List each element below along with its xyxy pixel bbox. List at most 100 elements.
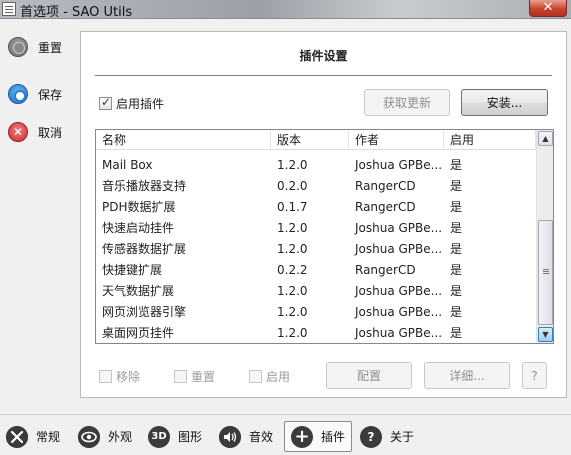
plus-icon: + xyxy=(291,425,313,448)
cell-name: 传感器数据扩展 xyxy=(102,242,187,256)
help-button[interactable]: ? xyxy=(522,362,547,389)
tab-sound[interactable]: 音效 xyxy=(219,421,273,452)
cell-author: Joshua GPBe... xyxy=(355,284,443,298)
tab-sound-label: 音效 xyxy=(249,430,274,444)
cell-author: Joshua GPBe... xyxy=(355,242,443,256)
cell-version: 1.2.0 xyxy=(277,221,308,235)
cell-name: 快捷键扩展 xyxy=(102,263,163,277)
3d-icon: 3D xyxy=(148,425,170,448)
panel-divider xyxy=(95,75,552,76)
cell-name: 音乐播放器支持 xyxy=(102,179,187,193)
title-bar: 首选项 - SAO Utils ✕ xyxy=(0,0,571,20)
tab-graphics-label: 图形 xyxy=(178,430,203,444)
cell-author: RangerCD xyxy=(355,263,416,277)
cell-name: 网页浏览器引擎 xyxy=(102,305,187,319)
cell-name: 天气数据扩展 xyxy=(102,284,175,298)
bottom-tab-bar: 常规 外观 3D 图形 音效 + 插件 ? 关于 xyxy=(0,414,571,455)
cell-author: Joshua GPBe... xyxy=(355,305,443,319)
eye-icon xyxy=(78,425,100,448)
fetch-updates-button[interactable]: 获取更新 xyxy=(364,89,450,116)
save-icon xyxy=(8,84,28,104)
cell-enabled: 是 xyxy=(450,284,463,298)
table-row[interactable]: 快速启动挂件 1.2.0 Joshua GPBe... 是 xyxy=(96,218,536,239)
table-row[interactable]: 天气数据扩展 1.2.0 Joshua GPBe... 是 xyxy=(96,281,536,302)
panel-title: 插件设置 xyxy=(299,49,348,63)
cell-name: PDH数据扩展 xyxy=(102,200,176,214)
tab-appearance-label: 外观 xyxy=(108,430,133,444)
save-label: 保存 xyxy=(38,87,63,102)
table-row[interactable]: 桌面网页挂件 1.2.0 Joshua GPBe... 是 xyxy=(96,323,536,343)
table-row[interactable]: 传感器数据扩展 1.2.0 Joshua GPBe... 是 xyxy=(96,239,536,260)
details-button[interactable]: 详细... xyxy=(424,362,510,389)
table-row[interactable]: Mail Box 1.2.0 Joshua GPBe... 是 xyxy=(96,155,536,176)
cell-author: RangerCD xyxy=(355,179,416,193)
column-header-enabled[interactable]: 启用 xyxy=(444,130,536,150)
cell-name: 快速启动挂件 xyxy=(102,221,175,235)
cell-version: 0.2.0 xyxy=(277,179,308,193)
enable-checkbox[interactable]: 启用 xyxy=(249,368,290,385)
cell-enabled: 是 xyxy=(450,263,463,277)
cell-enabled: 是 xyxy=(450,200,463,214)
cell-enabled: 是 xyxy=(450,305,463,319)
table-row[interactable]: 网页浏览器引擎 1.2.0 Joshua GPBe... 是 xyxy=(96,302,536,323)
question-icon: ? xyxy=(360,425,382,448)
tab-plugins-label: 插件 xyxy=(321,430,346,444)
column-header-name[interactable]: 名称 xyxy=(96,130,271,150)
tab-general[interactable]: 常规 xyxy=(6,421,60,452)
window-title: 首选项 - SAO Utils xyxy=(20,5,133,20)
cell-name: 桌面网页挂件 xyxy=(102,326,175,340)
table-row[interactable]: 快捷键扩展 0.2.2 RangerCD 是 xyxy=(96,260,536,281)
tab-about[interactable]: ? 关于 xyxy=(360,421,414,452)
checkbox-box xyxy=(174,370,187,383)
cell-enabled: 是 xyxy=(450,221,463,235)
scroll-up-button[interactable]: ▲ xyxy=(538,131,553,146)
cell-version: 0.2.2 xyxy=(277,263,308,277)
checkbox-box xyxy=(249,370,262,383)
column-header-author[interactable]: 作者 xyxy=(349,130,444,150)
remove-label: 移除 xyxy=(116,370,141,384)
tab-appearance[interactable]: 外观 xyxy=(78,421,132,452)
tab-plugins[interactable]: + 插件 xyxy=(284,421,353,452)
cell-version: 1.2.0 xyxy=(277,158,308,172)
cell-author: Joshua GPBe... xyxy=(355,326,443,340)
plugin-table: 名称 版本 作者 启用 Mail Box 1.2.0 Joshua GPBe... 是… xyxy=(95,129,554,344)
cancel-button[interactable]: ✕ 取消 xyxy=(8,121,62,143)
cell-version: 1.2.0 xyxy=(277,242,308,256)
tab-graphics[interactable]: 3D 图形 xyxy=(148,421,202,452)
cell-version: 0.1.7 xyxy=(277,200,308,214)
reset-checkbox[interactable]: 重置 xyxy=(174,368,215,385)
tab-general-label: 常规 xyxy=(36,430,61,444)
enable-plugins-checkbox[interactable]: 启用插件 xyxy=(99,95,164,112)
configure-button[interactable]: 配置 xyxy=(326,362,412,389)
cell-enabled: 是 xyxy=(450,158,463,172)
checkbox-box xyxy=(99,95,112,110)
reset-checkbox-label: 重置 xyxy=(191,370,216,384)
install-button[interactable]: 安装... xyxy=(461,89,548,116)
scroll-down-button[interactable]: ▼ xyxy=(538,327,553,342)
plugin-settings-panel: 插件设置 启用插件 获取更新 安装... 名称 版本 作者 启用 Mail Bo… xyxy=(80,31,567,398)
reset-icon xyxy=(8,37,28,57)
cancel-icon: ✕ xyxy=(8,122,28,142)
vertical-scrollbar[interactable]: ▲ ▼ xyxy=(536,130,553,343)
wrench-icon xyxy=(6,425,28,448)
cell-version: 1.2.0 xyxy=(277,326,308,340)
cell-enabled: 是 xyxy=(450,179,463,193)
tab-about-label: 关于 xyxy=(390,430,415,444)
cell-name: Mail Box xyxy=(102,158,153,172)
app-icon xyxy=(2,2,16,16)
table-row[interactable]: 音乐播放器支持 0.2.0 RangerCD 是 xyxy=(96,176,536,197)
reset-label: 重置 xyxy=(38,40,63,55)
cell-enabled: 是 xyxy=(450,242,463,256)
column-header-version[interactable]: 版本 xyxy=(271,130,349,150)
remove-checkbox[interactable]: 移除 xyxy=(99,368,140,385)
save-button[interactable]: 保存 xyxy=(8,83,62,105)
close-button[interactable]: ✕ xyxy=(529,0,567,17)
enable-plugins-label: 启用插件 xyxy=(116,97,165,111)
scroll-thumb[interactable] xyxy=(538,220,553,325)
table-row[interactable]: PDH数据扩展 0.1.7 RangerCD 是 xyxy=(96,197,536,218)
checkbox-box xyxy=(99,370,112,383)
reset-button[interactable]: 重置 xyxy=(8,36,62,58)
cell-enabled: 是 xyxy=(450,326,463,340)
enable-checkbox-label: 启用 xyxy=(266,370,291,384)
table-body: Mail Box 1.2.0 Joshua GPBe... 是 音乐播放器支持 0.2.… xyxy=(96,155,536,343)
